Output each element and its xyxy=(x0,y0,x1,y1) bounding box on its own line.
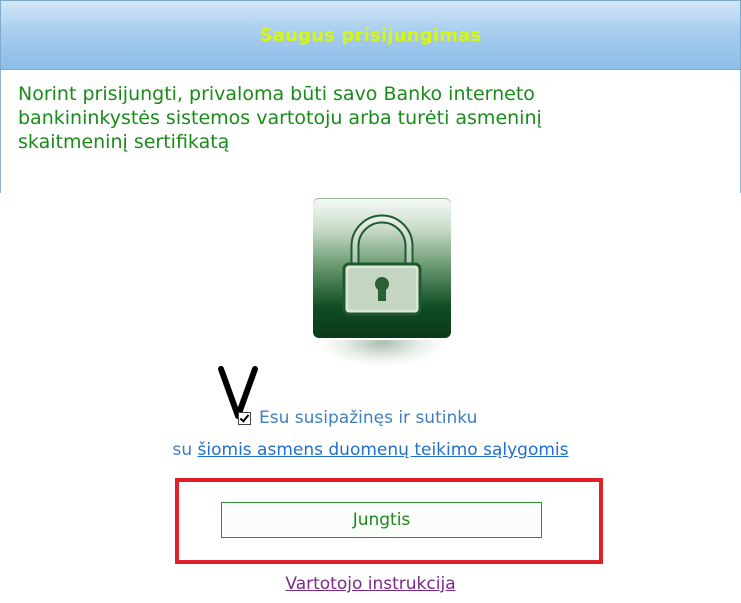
instructions-link[interactable]: Vartotojo instrukcija xyxy=(0,574,741,594)
agreement-row: Esu susipažinęs ir sutinku xyxy=(238,406,477,430)
intro-line: skaitmeninį sertifikatą xyxy=(18,131,230,153)
intro-line: Norint prisijungti, privaloma būti savo … xyxy=(18,83,535,105)
intro-line: bankininkystės sistemos vartotoju arba t… xyxy=(18,107,542,129)
agreement-checkbox[interactable] xyxy=(238,411,251,425)
terms-link[interactable]: šiomis asmens duomenų teikimo sąlygomis xyxy=(198,440,569,460)
checkbox-label: Esu susipažinęs ir sutinku xyxy=(259,408,478,428)
login-button[interactable]: Jungtis xyxy=(221,502,542,538)
lock-image xyxy=(313,198,453,368)
intro-text: Norint prisijungti, privaloma būti savo … xyxy=(18,82,718,154)
page-title: Saugus prisijungimas xyxy=(259,24,482,46)
terms-prefix: su xyxy=(172,440,198,460)
lock-reflection xyxy=(321,340,443,366)
panel-header: Saugus prisijungimas xyxy=(0,0,741,70)
terms-line: su šiomis asmens duomenų teikimo sąlygom… xyxy=(0,440,741,460)
padlock-icon xyxy=(313,198,451,338)
